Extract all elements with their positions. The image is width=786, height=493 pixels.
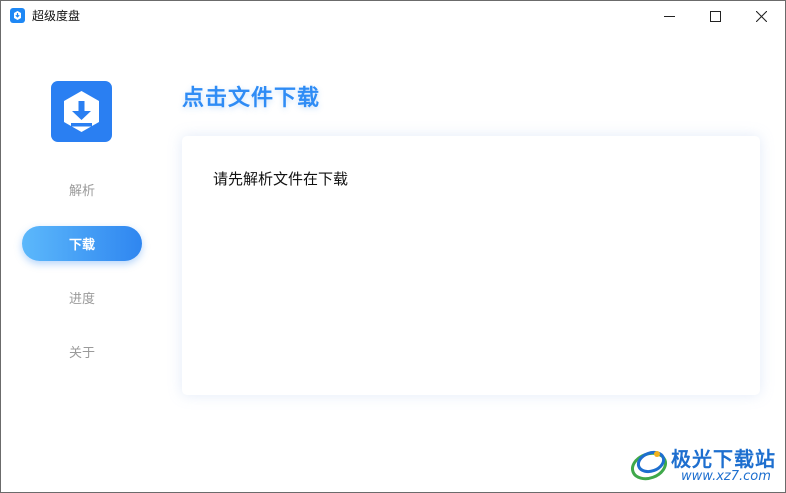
content-card: 请先解析文件在下载 bbox=[182, 136, 760, 395]
app-window: 超级度盘 解析 下载 进度 关于 点击文件下载 请先解析文件在下载 极光下载站 … bbox=[0, 0, 786, 493]
close-icon bbox=[755, 11, 767, 22]
window-title: 超级度盘 bbox=[32, 9, 81, 23]
watermark-url: www.xz7.com bbox=[681, 469, 771, 484]
nav-item-download[interactable]: 下载 bbox=[22, 226, 142, 261]
close-button[interactable] bbox=[738, 1, 784, 32]
watermark-name: 极光下载站 bbox=[671, 447, 776, 471]
maximize-button[interactable] bbox=[692, 1, 738, 32]
minimize-icon bbox=[663, 16, 675, 17]
download-box-icon bbox=[64, 91, 99, 132]
page-title: 点击文件下载 bbox=[182, 86, 321, 111]
empty-message: 请先解析文件在下载 bbox=[213, 170, 349, 188]
nav-item-progress[interactable]: 进度 bbox=[22, 280, 142, 315]
nav-item-about[interactable]: 关于 bbox=[22, 334, 142, 369]
nav-item-parse[interactable]: 解析 bbox=[22, 172, 142, 207]
maximize-icon bbox=[709, 11, 721, 22]
watermark-logo-icon bbox=[631, 450, 667, 481]
watermark: 极光下载站 www.xz7.com bbox=[629, 442, 779, 486]
minimize-button[interactable] bbox=[646, 1, 692, 32]
app-logo bbox=[51, 81, 112, 142]
app-icon bbox=[10, 8, 25, 23]
title-bar[interactable]: 超级度盘 bbox=[1, 1, 785, 32]
